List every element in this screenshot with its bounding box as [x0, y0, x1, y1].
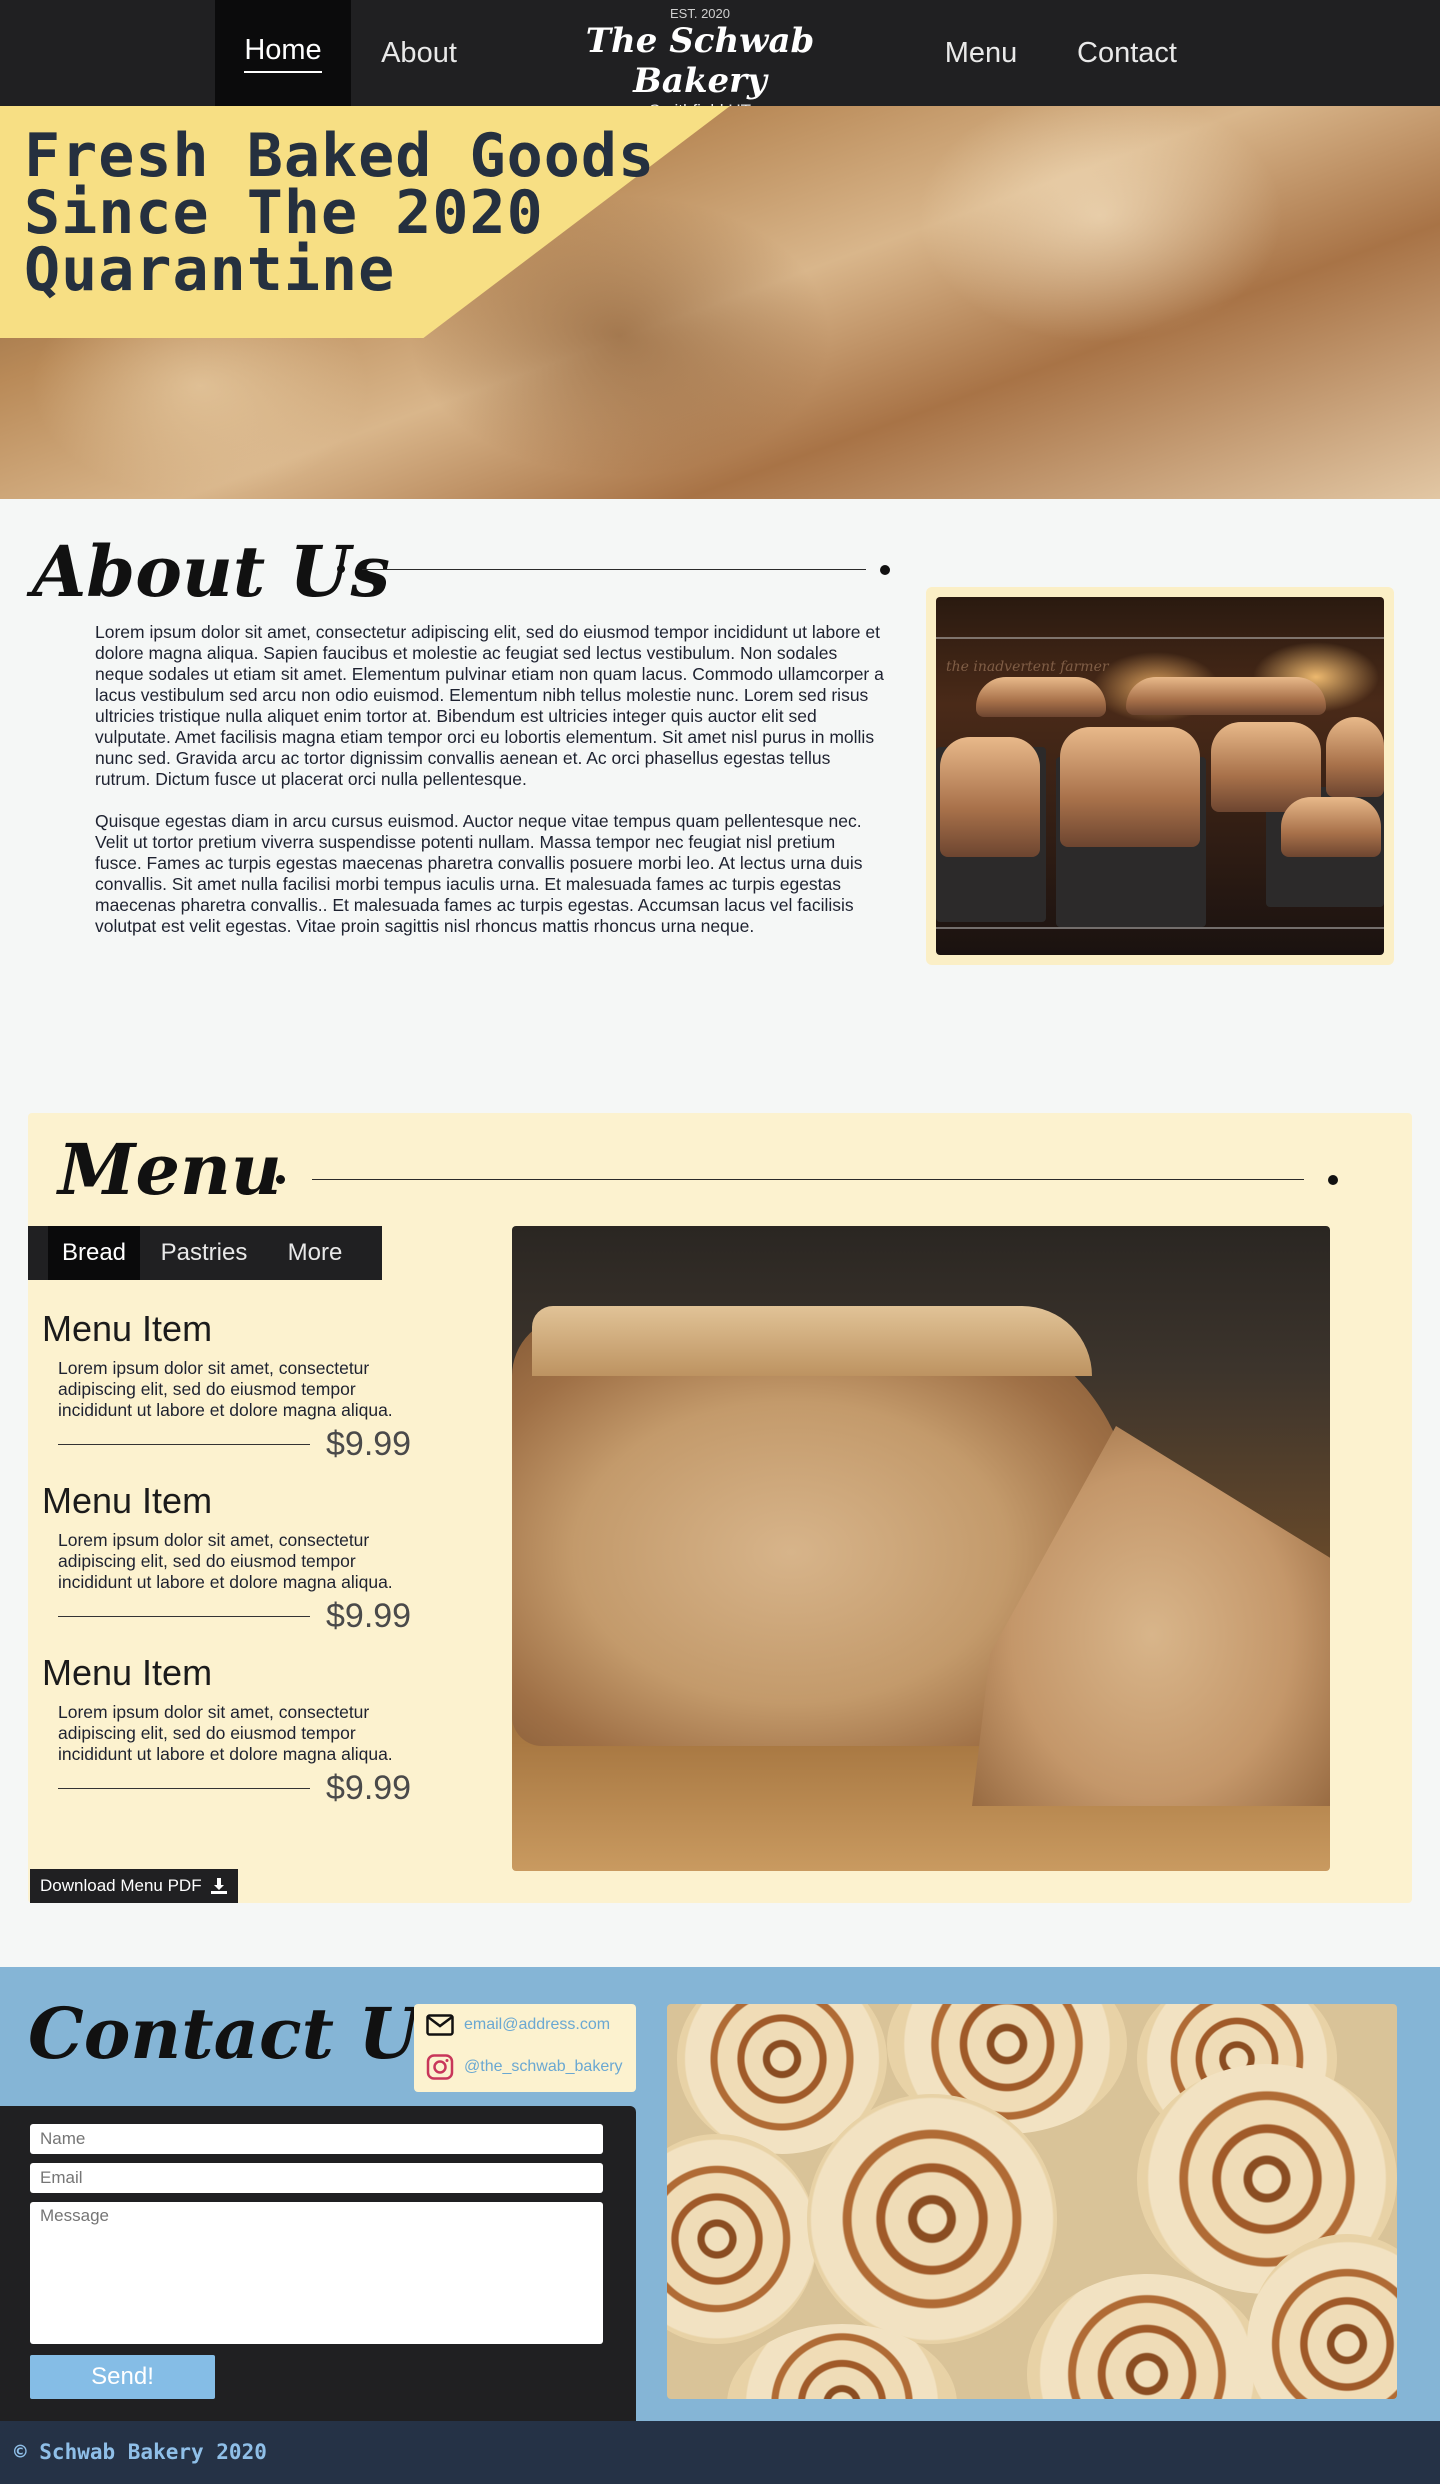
hero-title-line: Quarantine	[24, 235, 396, 305]
top-nav: Home About EST. 2020 The Schwab Bakery S…	[0, 0, 1440, 120]
menu-heading: Menu	[58, 1128, 282, 1211]
contact-heading: Contact Us	[28, 1992, 459, 2075]
instagram-handle: @the_schwab_bakery	[464, 2058, 623, 2075]
name-field[interactable]	[30, 2124, 603, 2154]
about-paragraph: Lorem ipsum dolor sit amet, consectetur …	[95, 622, 884, 789]
oven-rack	[936, 637, 1384, 639]
loaf	[1060, 727, 1200, 847]
menu-item-price: $9.99	[326, 1425, 412, 1463]
nav-home-link[interactable]: Home	[215, 0, 351, 106]
download-menu-label: Download Menu PDF	[40, 1876, 202, 1895]
cinnamon-roll	[667, 2134, 817, 2344]
menu-item-desc: Lorem ipsum dolor sit amet, consectetur …	[58, 1702, 393, 1764]
heading-dot	[1328, 1175, 1338, 1185]
footer-copyright: © Schwab Bakery 2020	[14, 2440, 267, 2464]
heading-rule	[362, 569, 866, 570]
menu-item: Menu Item Lorem ipsum dolor sit amet, co…	[42, 1308, 422, 1464]
menu-item-desc: Lorem ipsum dolor sit amet, consectetur …	[58, 1358, 393, 1420]
price-leader-line	[58, 1788, 310, 1789]
heading-dot	[276, 1175, 285, 1184]
bread-crust	[532, 1306, 1092, 1376]
menu-item-price-row: $9.99	[58, 1425, 422, 1464]
price-leader-line	[58, 1616, 310, 1617]
loaf	[1326, 717, 1384, 797]
tab-spacer	[28, 1226, 48, 1280]
menu-item-price: $9.99	[326, 1597, 412, 1635]
menu-item-name: Menu Item	[42, 1480, 213, 1521]
heading-dot	[337, 565, 345, 573]
menu-tabs: Bread Pastries More	[28, 1226, 382, 1280]
hero-title-line: Since The 2020	[24, 178, 544, 248]
menu-item: Menu Item Lorem ipsum dolor sit amet, co…	[42, 1652, 422, 1808]
message-field[interactable]	[30, 2202, 603, 2344]
menu-item-name: Menu Item	[42, 1308, 213, 1349]
about-paragraph: Quisque egestas diam in arcu cursus euis…	[95, 811, 863, 936]
oven-rack	[936, 927, 1384, 929]
cinnamon-roll	[807, 2094, 1057, 2344]
about-heading: About Us	[32, 530, 390, 613]
menu-item-price-row: $9.99	[58, 1597, 422, 1636]
heading-dot	[880, 565, 890, 575]
oven-bread-photo: the inadvertent farmer	[936, 597, 1384, 955]
brand-name: The Schwab Bakery	[585, 21, 815, 101]
email-link[interactable]: email@address.com	[426, 2014, 610, 2036]
tab-bread[interactable]: Bread	[48, 1226, 140, 1280]
photo-watermark: the inadvertent farmer	[946, 659, 1109, 675]
brand-est: EST. 2020	[670, 6, 730, 21]
hero-title-line: Fresh Baked Goods	[24, 121, 656, 191]
cinnamon-rolls-photo	[667, 2004, 1397, 2399]
tab-more[interactable]: More	[268, 1226, 362, 1280]
nav-menu-link[interactable]: Menu	[913, 0, 1049, 106]
menu-item-price: $9.99	[326, 1769, 412, 1807]
email-text: email@address.com	[464, 2016, 611, 2033]
hero-bread-image: Fresh Baked Goods Since The 2020 Quarant…	[0, 106, 1440, 499]
send-button[interactable]: Send!	[30, 2355, 215, 2399]
download-menu-button[interactable]: Download Menu PDF	[30, 1869, 238, 1903]
menu-item-desc: Lorem ipsum dolor sit amet, consectetur …	[58, 1530, 393, 1592]
about-photo-frame: the inadvertent farmer	[926, 587, 1394, 965]
tab-pastries[interactable]: Pastries	[140, 1226, 268, 1280]
hero-title: Fresh Baked Goods Since The 2020 Quarant…	[24, 121, 684, 305]
menu-item: Menu Item Lorem ipsum dolor sit amet, co…	[42, 1480, 422, 1636]
menu-item-price-row: $9.99	[58, 1769, 422, 1808]
bread-loaf-photo	[512, 1226, 1330, 1871]
price-leader-line	[58, 1444, 310, 1445]
nav-about-link[interactable]: About	[351, 0, 487, 106]
email-field[interactable]	[30, 2163, 603, 2193]
heading-rule	[312, 1179, 1304, 1180]
loaf	[940, 737, 1040, 857]
envelope-icon	[426, 2014, 454, 2036]
loaf	[976, 677, 1106, 717]
nav-contact-link[interactable]: Contact	[1049, 0, 1205, 106]
about-text: Lorem ipsum dolor sit amet, consectetur …	[95, 622, 885, 937]
download-icon	[210, 1878, 227, 1894]
loaf	[1281, 797, 1381, 857]
instagram-icon	[426, 2054, 454, 2080]
instagram-link[interactable]: @the_schwab_bakery	[426, 2054, 623, 2080]
cinnamon-roll	[1027, 2274, 1267, 2399]
loaf	[1126, 677, 1326, 715]
menu-item-name: Menu Item	[42, 1652, 213, 1693]
contact-info-card: email@address.com @the_schwab_bakery	[414, 2004, 636, 2092]
brand-logo[interactable]: EST. 2020 The Schwab Bakery Smithfield U…	[540, 0, 860, 120]
